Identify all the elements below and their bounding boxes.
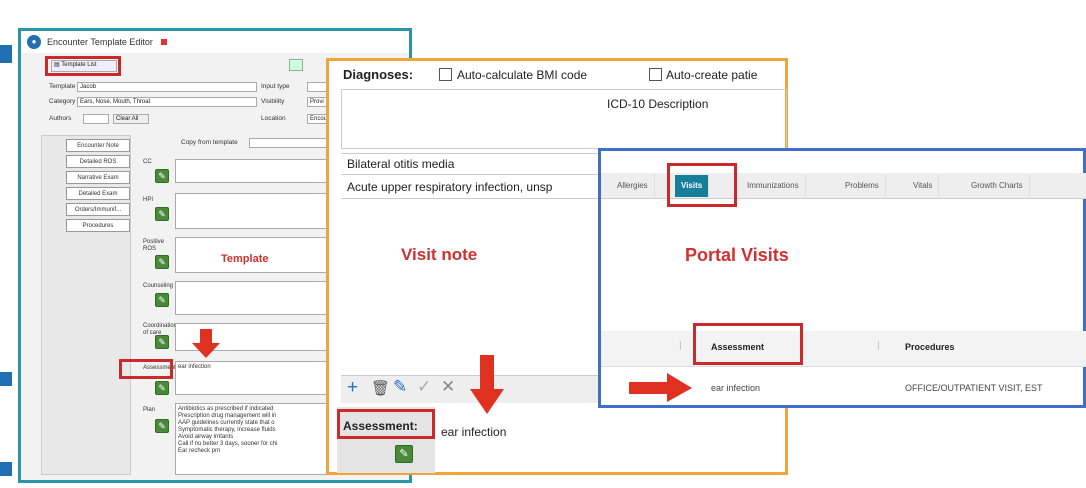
icd10-column-header: ICD-10 Description xyxy=(607,97,709,111)
cc-label: CC xyxy=(143,159,152,165)
template-label: Template xyxy=(49,83,76,90)
tab-vitals[interactable]: Vitals xyxy=(907,175,940,197)
copy-from-template-label: Copy from template xyxy=(181,139,238,146)
nav-narrative-exam[interactable]: Narrative Exam xyxy=(66,171,130,184)
plan-line: Symptomatic therapy, increase fluids xyxy=(178,427,276,433)
tab-allergies[interactable]: Allergies xyxy=(611,175,655,197)
assessment-text[interactable]: ear infection xyxy=(175,361,347,395)
auto-create-label: Auto-create patie xyxy=(666,68,758,82)
auto-bmi-checkbox[interactable] xyxy=(439,68,452,81)
plan-line: Prescription drug management will in xyxy=(178,413,277,419)
clear-all-button[interactable]: Clear All xyxy=(113,114,149,124)
diagnoses-label: Diagnoses: xyxy=(343,67,414,82)
cancel-icon[interactable]: ✕ xyxy=(441,377,455,397)
nav-orders[interactable]: Orders/Immunif... xyxy=(66,203,130,216)
hpi-label: HPI xyxy=(143,197,154,203)
edit-icon[interactable]: ✎ xyxy=(395,445,413,463)
composite-screenshot: ● Encounter Template Editor ▤ Template L… xyxy=(0,0,1086,488)
tab-problems[interactable]: Problems xyxy=(839,175,886,197)
positive-ros-label: Positive ROS xyxy=(143,239,165,252)
close-icon[interactable] xyxy=(160,39,167,45)
nav-procedures[interactable]: Procedures xyxy=(66,219,130,232)
check-icon[interactable]: ✓ xyxy=(417,377,431,397)
title-bar: ● Encounter Template Editor xyxy=(21,31,409,53)
highlight-box xyxy=(119,359,173,379)
column-divider: ⁞ xyxy=(877,341,880,352)
down-arrow-icon xyxy=(192,329,220,358)
check-icon[interactable] xyxy=(289,59,303,71)
template-sidebar xyxy=(41,135,131,475)
tab-immunizations[interactable]: Immunizations xyxy=(741,175,806,197)
edit-icon[interactable]: ✎ xyxy=(155,381,169,395)
nav-encounter-note[interactable]: Encounter Note xyxy=(66,139,130,152)
edit-icon[interactable]: ✎ xyxy=(155,293,169,307)
window-title: Encounter Template Editor xyxy=(47,37,153,47)
right-arrow-icon xyxy=(629,373,692,402)
diagnosis-row[interactable]: Acute upper respiratory infection, unsp xyxy=(341,177,605,199)
app-logo-icon: ● xyxy=(27,35,41,49)
column-header-procedures[interactable]: Procedures xyxy=(905,342,955,352)
table-cell-procedures: OFFICE/OUTPATIENT VISIT, EST xyxy=(905,383,1043,393)
edit-icon[interactable]: ✎ xyxy=(155,169,169,183)
category-select[interactable]: Ears, Nose, Mouth, Throat xyxy=(77,97,257,107)
plan-line: Avoid airway irritants xyxy=(178,434,234,440)
assessment-value[interactable]: ear infection xyxy=(441,425,506,439)
plan-text[interactable]: Antibiotics as prescribed if indicated P… xyxy=(175,403,347,475)
background-app-strip xyxy=(0,462,12,476)
highlight-box xyxy=(45,56,121,76)
highlight-box xyxy=(667,163,737,207)
highlight-box xyxy=(693,323,803,365)
authors-label: Authors xyxy=(49,115,72,122)
edit-icon[interactable]: ✎ xyxy=(155,207,169,221)
down-arrow-icon xyxy=(470,355,504,414)
visit-note-annotation: Visit note xyxy=(401,245,478,264)
diagnoses-header-area xyxy=(341,89,787,149)
template-annotation: Template xyxy=(221,253,269,265)
table-cell-assessment: ear infection xyxy=(711,383,761,393)
hpi-text[interactable] xyxy=(175,193,347,229)
column-divider: ⁞ xyxy=(679,341,682,352)
authors-field[interactable] xyxy=(83,114,109,124)
plan-label: Plan xyxy=(143,407,156,413)
plan-line: Call if no better 3 days, sooner for chi xyxy=(178,441,278,447)
pencil-icon[interactable]: ✎ xyxy=(393,377,407,397)
counseling-label: Counseling xyxy=(143,283,174,289)
plan-line: Antibiotics as prescribed if indicated xyxy=(178,406,274,412)
category-label: Category xyxy=(49,98,76,105)
input-type-label: Input type xyxy=(261,83,290,90)
add-icon[interactable]: + xyxy=(347,377,358,399)
table-header xyxy=(601,331,1086,367)
nav-detailed-ros[interactable]: Detailed ROS xyxy=(66,155,130,168)
counseling-text[interactable] xyxy=(175,281,347,315)
background-app-strip xyxy=(0,372,12,386)
cc-text[interactable] xyxy=(175,159,347,183)
edit-icon[interactable]: ✎ xyxy=(155,419,169,433)
edit-icon[interactable]: ✎ xyxy=(155,335,169,349)
trash-icon[interactable]: 🗑 xyxy=(371,379,390,397)
portal-visits-window: Allergies Visits Immunizations Problems … xyxy=(598,148,1086,408)
background-app-strip xyxy=(0,45,12,63)
auto-bmi-label: Auto-calculate BMI code xyxy=(457,68,588,82)
highlight-box xyxy=(337,409,435,439)
edit-icon[interactable]: ✎ xyxy=(155,255,169,269)
nav-detailed-exam[interactable]: Detailed Exam xyxy=(66,187,130,200)
tab-growth-charts[interactable]: Growth Charts xyxy=(965,175,1030,197)
portal-visits-annotation: Portal Visits xyxy=(685,245,789,265)
plan-line: Ear recheck prn xyxy=(178,448,221,454)
visibility-label: Visibility xyxy=(261,98,285,105)
template-name-field[interactable]: Jacob xyxy=(77,82,257,92)
plan-line: AAP guidelines currently state that o xyxy=(178,420,275,426)
location-label: Location xyxy=(261,115,286,122)
auto-create-checkbox[interactable] xyxy=(649,68,662,81)
